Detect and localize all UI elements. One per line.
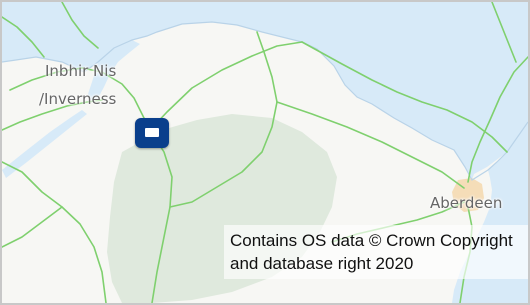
location-marker-icon[interactable] (135, 118, 169, 148)
place-label-inverness: /Inverness (39, 90, 117, 108)
map-attribution: Contains OS data © Crown Copyright and d… (224, 225, 528, 279)
map-view[interactable]: Inbhir Nis /Inverness Aberdeen Contains … (0, 0, 530, 305)
marker-glyph (145, 128, 159, 137)
place-label-inbhir-nis: Inbhir Nis (45, 62, 117, 80)
place-label-aberdeen: Aberdeen (430, 194, 503, 212)
